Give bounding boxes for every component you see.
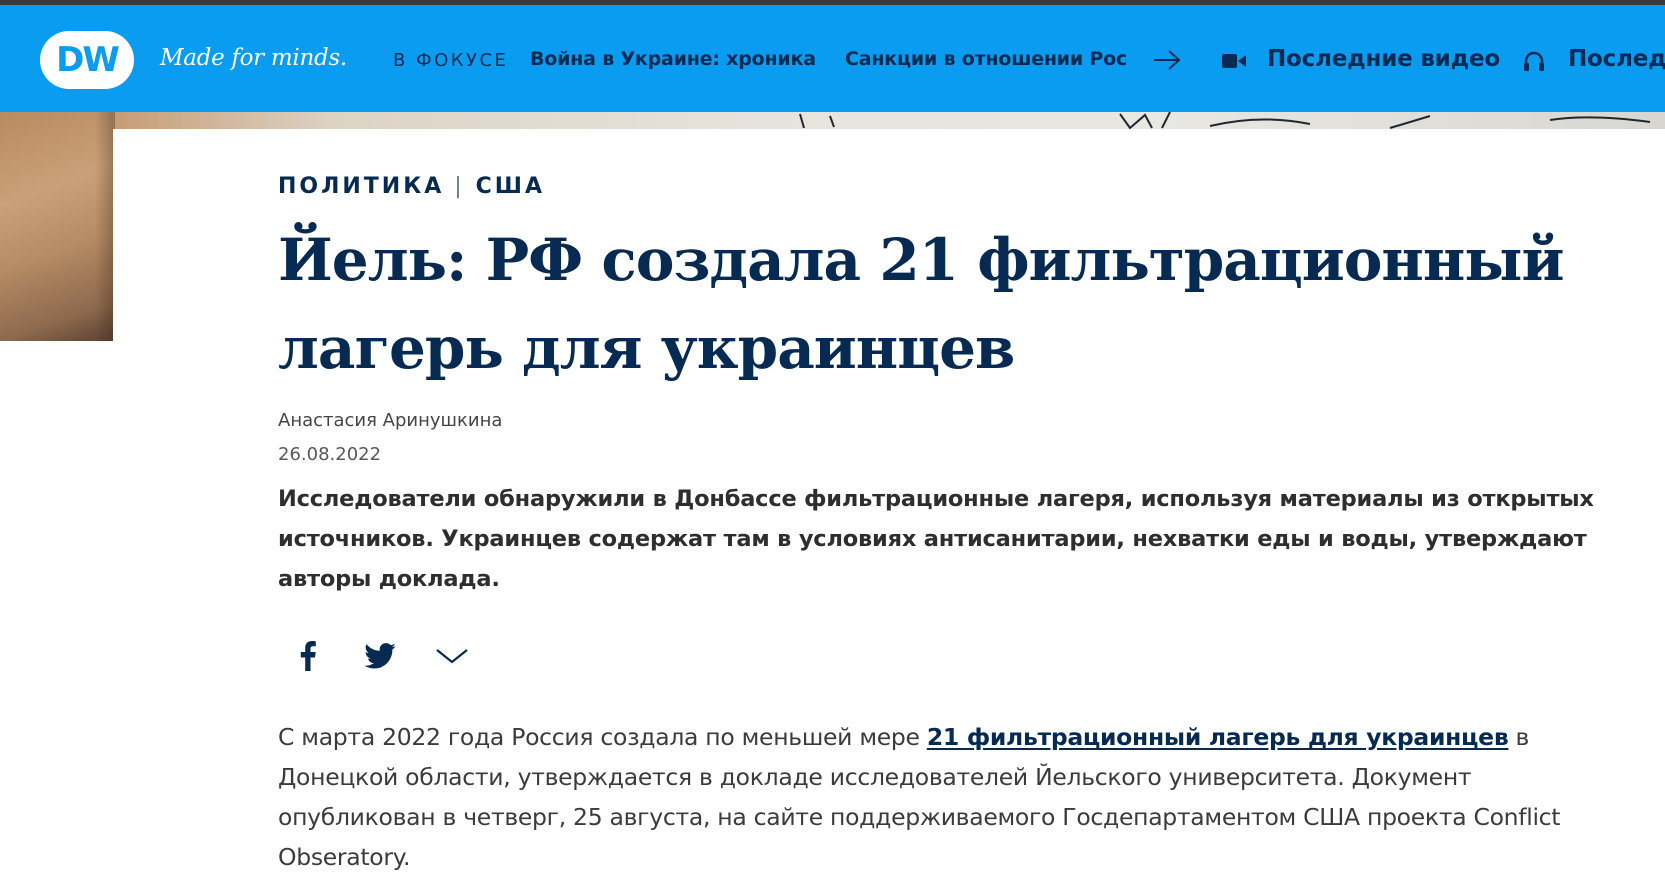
chevron-down-icon xyxy=(436,649,468,664)
kicker-subcategory-link[interactable]: США xyxy=(476,174,545,199)
video-camera-icon xyxy=(1222,54,1246,68)
share-twitter-button[interactable] xyxy=(360,636,400,676)
article-body-paragraph: С марта 2022 года Россия создала по мень… xyxy=(278,717,1623,877)
nav-latest-audio[interactable]: Последн xyxy=(1568,46,1665,72)
headphones-icon xyxy=(1524,51,1544,71)
dw-logo[interactable]: DW xyxy=(40,31,134,89)
body-text-start: С марта 2022 года Россия создала по мень… xyxy=(278,723,927,751)
share-buttons xyxy=(278,636,478,676)
site-header: DW Made for minds. В ФОКУСЕ Война в Укра… xyxy=(0,5,1665,112)
share-more-button[interactable] xyxy=(432,636,472,676)
tagline: Made for minds. xyxy=(160,45,347,71)
kicker-separator: | xyxy=(454,174,462,199)
logo-text: DW xyxy=(56,40,120,80)
article-date: 26.08.2022 xyxy=(278,444,382,465)
article-kicker: ПОЛИТИКА | США xyxy=(278,174,545,199)
kicker-category-link[interactable]: ПОЛИТИКА xyxy=(278,174,444,199)
facebook-icon xyxy=(300,641,316,671)
page: DW Made for minds. В ФОКУСЕ Война в Укра… xyxy=(0,0,1665,891)
article-author: Анастасия Аринушкина xyxy=(278,410,503,431)
nav-link-war-chronicle[interactable]: Война в Украине: хроника xyxy=(530,48,816,70)
article-teaser: Исследователи обнаружили в Донбассе филь… xyxy=(278,486,1594,592)
hero-image-sketch xyxy=(799,112,1651,129)
hero-image-shadow xyxy=(95,112,115,341)
twitter-icon xyxy=(364,643,396,669)
focus-label: В ФОКУСЕ xyxy=(393,50,509,71)
arrow-right-icon[interactable] xyxy=(1152,48,1182,72)
nav-link-sanctions[interactable]: Санкции в отношении Рос xyxy=(845,48,1140,70)
article-title: Йель: РФ создала 21 фильтрационный лагер… xyxy=(278,226,1565,382)
share-facebook-button[interactable] xyxy=(288,636,328,676)
body-inline-link[interactable]: 21 фильтрационный лагерь для украинцев xyxy=(927,723,1509,751)
nav-latest-video[interactable]: Последние видео xyxy=(1267,46,1500,72)
